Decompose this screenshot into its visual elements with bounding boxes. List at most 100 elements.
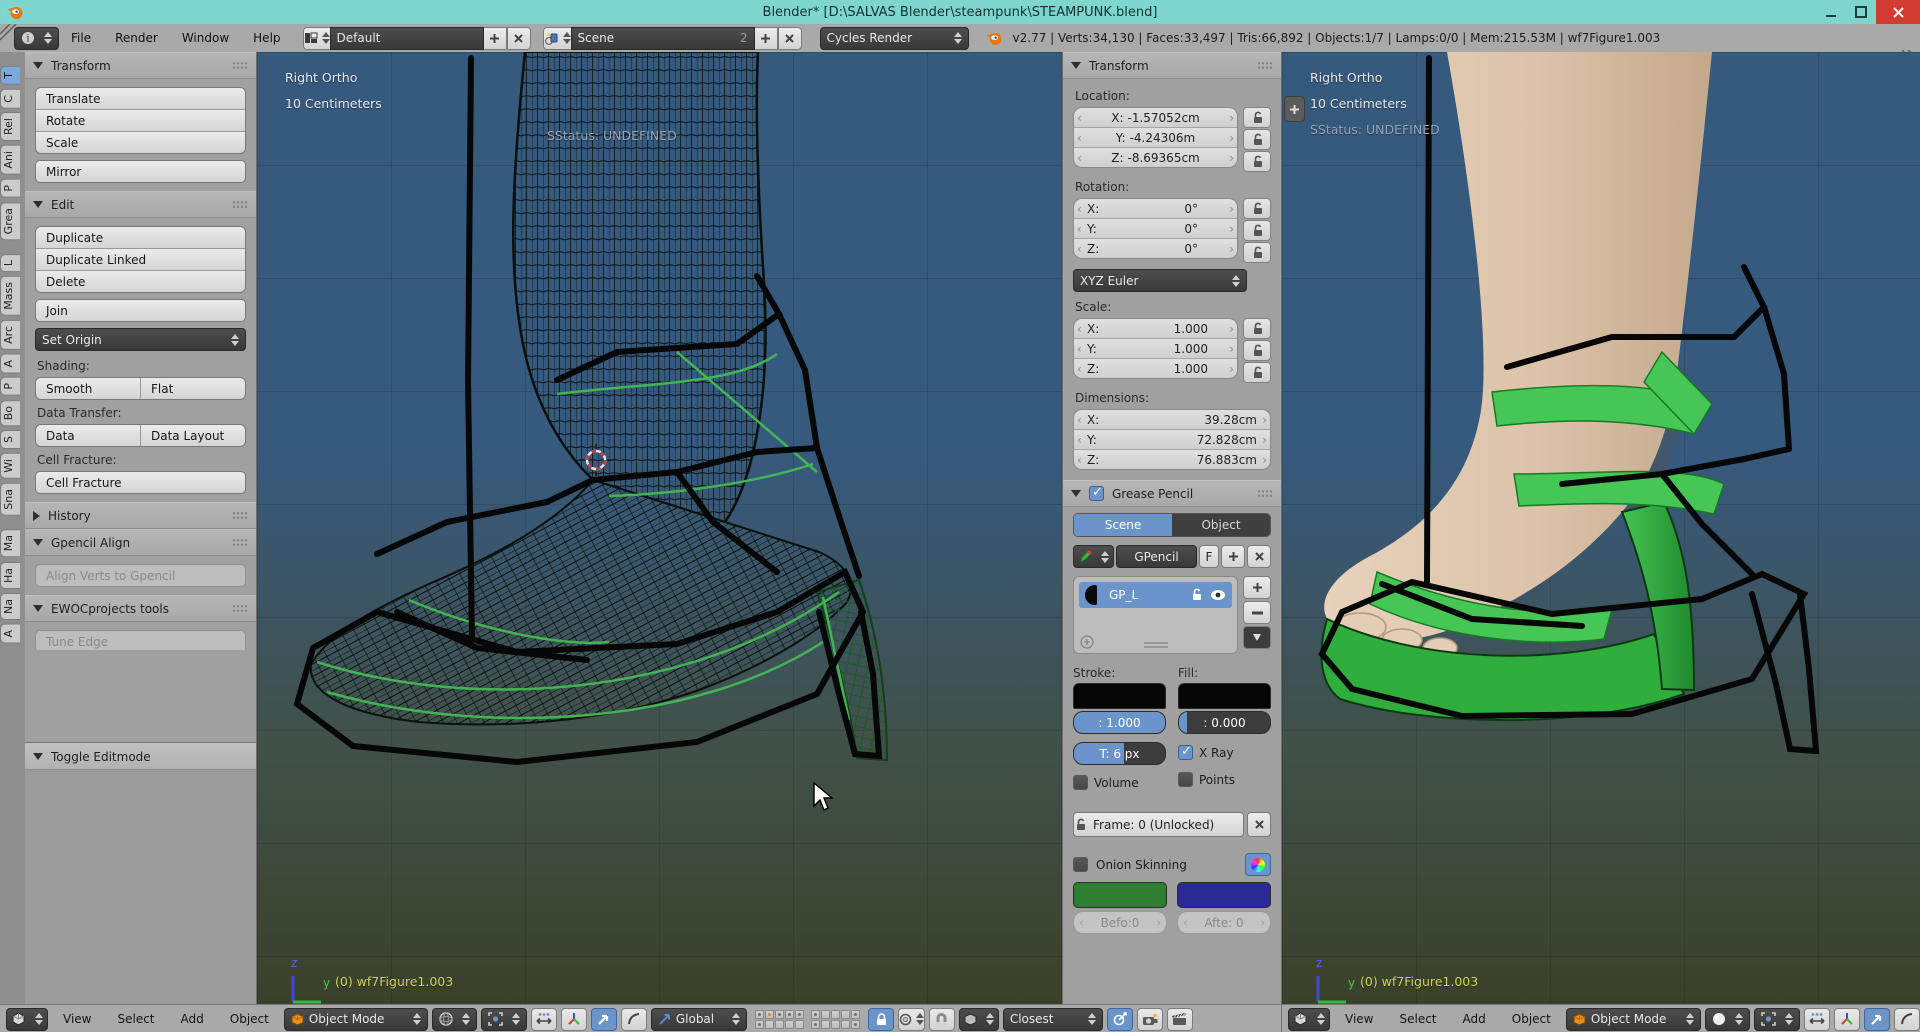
volume-checkbox[interactable]	[1073, 775, 1088, 790]
dimension-x-field[interactable]: X: 39.28cm	[1074, 410, 1270, 430]
tool-tab[interactable]: A	[0, 353, 20, 374]
align-verts-to-gpencil-button[interactable]: Align Verts to Gpencil	[35, 564, 246, 587]
manipulator-scale-button[interactable]	[620, 1007, 647, 1031]
tool-tab[interactable]: Ma	[0, 529, 20, 558]
scale-y-field[interactable]: Y: 1.000	[1074, 339, 1237, 359]
toolshelf-expand-button[interactable]	[1284, 96, 1305, 122]
menu-help[interactable]: Help	[241, 31, 292, 45]
menu-view[interactable]: View	[1334, 1012, 1384, 1026]
panel-grip-icon[interactable]	[1257, 489, 1273, 498]
close-button[interactable]	[1876, 0, 1920, 24]
editor-type-info-button[interactable]: i	[14, 26, 59, 50]
layer-cell[interactable]	[850, 1019, 860, 1029]
menu-select[interactable]: Select	[1388, 1012, 1447, 1026]
panel-grip-icon[interactable]	[1257, 61, 1273, 70]
menu-file[interactable]: File	[59, 31, 103, 45]
panel-grip-icon[interactable]	[232, 200, 248, 209]
layer-cell[interactable]	[830, 1009, 840, 1019]
layer-cell[interactable]	[850, 1009, 860, 1019]
viewport-3d-shaded[interactable]: Right Ortho 10 Centimeters SStatus: UNDE…	[1282, 52, 1920, 1004]
layer-cell[interactable]	[810, 1009, 820, 1019]
panel-header-toggle-editmode[interactable]: Toggle Editmode	[25, 743, 256, 770]
duplicate-linked-button[interactable]: Duplicate Linked	[36, 249, 245, 271]
layer-cell[interactable]	[764, 1009, 774, 1019]
shade-smooth-button[interactable]: Smooth	[36, 378, 140, 399]
dimension-z-field[interactable]: Z: 76.883cm	[1074, 450, 1270, 469]
tool-tab[interactable]: S	[0, 430, 20, 450]
set-origin-select[interactable]: Set Origin	[35, 328, 246, 351]
fill-color-swatch[interactable]	[1178, 683, 1271, 709]
join-button[interactable]: Join	[35, 299, 246, 322]
mode-select[interactable]: Object Mode	[283, 1007, 428, 1031]
gpencil-browse-button[interactable]	[1073, 545, 1114, 568]
tool-tab[interactable]: Na	[0, 592, 20, 620]
panel-header-grease-pencil[interactable]: Grease Pencil	[1063, 480, 1281, 507]
grease-pencil-enable-checkbox[interactable]	[1089, 485, 1104, 501]
rotate-button[interactable]: Rotate	[36, 110, 245, 132]
layer-cell[interactable]	[754, 1019, 764, 1029]
onion-color-wheel-button[interactable]	[1245, 853, 1271, 876]
lock-location-z-button[interactable]	[1243, 151, 1271, 172]
layers-widget[interactable]	[754, 1009, 860, 1029]
layout-delete-button[interactable]	[506, 26, 531, 50]
points-checkbox[interactable]	[1178, 772, 1193, 787]
tool-tab[interactable]: A	[0, 623, 20, 644]
layer-add-button[interactable]	[1243, 576, 1271, 599]
manipulator-translate-button[interactable]	[560, 1007, 587, 1031]
lock-rotation-y-button[interactable]	[1243, 220, 1271, 241]
layout-name-field[interactable]: Default	[329, 26, 484, 50]
location-z-field[interactable]: Z:-8.69365cm	[1074, 148, 1237, 167]
gpencil-datablock-field[interactable]: GPencil	[1116, 545, 1197, 568]
manipulator-scale-button[interactable]	[1894, 1007, 1920, 1031]
frame-lock-button[interactable]: Frame: 0 (Unlocked)	[1073, 812, 1244, 837]
layer-cell[interactable]	[794, 1009, 804, 1019]
location-y-field[interactable]: Y:-4.24306m	[1074, 128, 1237, 148]
layer-remove-button[interactable]	[1243, 601, 1271, 624]
scene-delete-button[interactable]	[777, 26, 802, 50]
mirror-button[interactable]: Mirror	[35, 160, 246, 183]
layers-group-1[interactable]	[754, 1009, 804, 1029]
menu-select[interactable]: Select	[106, 1012, 165, 1026]
opengl-render-anim-button[interactable]	[1166, 1007, 1193, 1031]
snap-peel-object-button[interactable]	[1106, 1007, 1133, 1031]
snap-target-select[interactable]: Closest	[1002, 1007, 1103, 1031]
data-layout-button[interactable]: Data Layout	[140, 425, 245, 446]
lock-rotation-z-button[interactable]	[1243, 242, 1271, 263]
viewport-shading-select[interactable]	[431, 1007, 477, 1031]
layout-browse-button[interactable]	[302, 26, 330, 50]
panel-header-history[interactable]: History	[25, 502, 256, 529]
opengl-render-button[interactable]	[1136, 1007, 1163, 1031]
scale-z-field[interactable]: Z: 1.000	[1074, 359, 1237, 378]
panel-header-transform[interactable]: Transform	[25, 52, 256, 79]
menu-add[interactable]: Add	[170, 1012, 215, 1026]
shade-flat-button[interactable]: Flat	[140, 378, 245, 399]
lock-to-scene-button[interactable]	[867, 1007, 894, 1031]
manipulator-rotate-button[interactable]	[590, 1007, 617, 1031]
tool-tab[interactable]: Wi	[0, 453, 20, 479]
lock-location-x-button[interactable]	[1243, 107, 1271, 128]
minimize-button[interactable]	[1816, 0, 1846, 24]
stroke-alpha-slider[interactable]: : 1.000	[1073, 711, 1166, 734]
tool-tab[interactable]: Bo	[0, 399, 20, 427]
onion-before-steps[interactable]: Befo:0	[1073, 911, 1167, 934]
rotation-mode-select[interactable]: XYZ Euler	[1073, 269, 1247, 292]
snap-toggle-button[interactable]	[928, 1007, 955, 1031]
translate-button[interactable]: Translate	[36, 88, 245, 110]
viewport-3d-wireframe[interactable]: Right Ortho 10 Centimeters SStatus: UNDE…	[257, 52, 1063, 1004]
tool-tab[interactable]: Grea	[0, 201, 20, 240]
panel-grip-icon[interactable]	[232, 604, 248, 613]
pivot-point-select[interactable]	[1754, 1007, 1800, 1031]
viewport-shading-select[interactable]	[1705, 1007, 1750, 1031]
dimension-y-field[interactable]: Y: 72.828cm	[1074, 430, 1270, 450]
panel-header-transform-n[interactable]: Transform	[1063, 52, 1281, 79]
gpencil-unlink-button[interactable]	[1247, 545, 1271, 568]
panel-grip-icon[interactable]	[232, 61, 248, 70]
menu-view[interactable]: View	[52, 1012, 102, 1026]
menu-add[interactable]: Add	[1452, 1012, 1497, 1026]
fill-alpha-slider[interactable]: : 0.000	[1178, 711, 1271, 734]
tool-tab-tools[interactable]: T	[0, 66, 20, 85]
panel-header-gpencil-align[interactable]: Gpencil Align	[25, 529, 256, 556]
menu-window[interactable]: Window	[170, 31, 241, 45]
lock-rotation-x-button[interactable]	[1243, 198, 1271, 219]
mode-select[interactable]: Object Mode	[1565, 1007, 1701, 1031]
